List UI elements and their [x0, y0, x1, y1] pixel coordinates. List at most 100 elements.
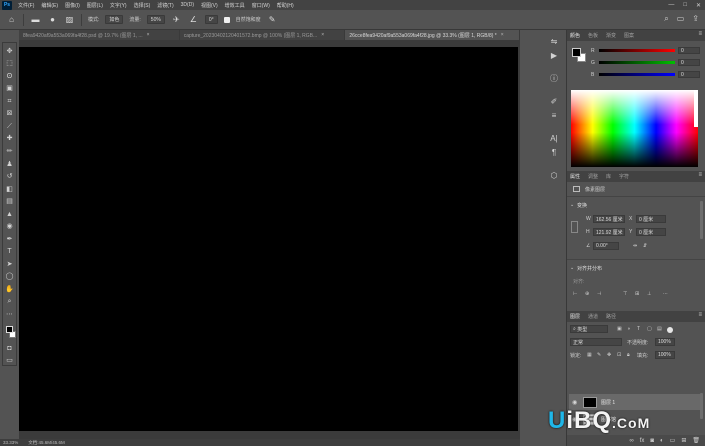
home-icon[interactable]: ⌂ [6, 14, 17, 25]
lock-position-icon[interactable]: ✥ [607, 352, 611, 358]
tab-patterns[interactable]: 图案 [624, 32, 634, 39]
tab-color[interactable]: 颜色 [570, 32, 580, 39]
menu-view[interactable]: 视图(V) [201, 2, 218, 9]
lock-artboard-icon[interactable]: ⊡ [617, 352, 621, 358]
align-center-icon[interactable]: ⊕ [585, 291, 589, 297]
menu-help[interactable]: 帮助(H) [277, 2, 294, 9]
tab-properties[interactable]: 属性 [570, 173, 580, 180]
angle-field[interactable]: 0° [204, 15, 218, 24]
share-icon[interactable]: ⇪ [692, 14, 699, 24]
3d-icon[interactable]: ⬡ [549, 172, 560, 180]
lock-all-icon[interactable]: 🔒︎ [627, 352, 630, 358]
opacity-field[interactable]: 100% [655, 338, 675, 346]
filter-shape-icon[interactable]: ▢ [647, 326, 652, 332]
frame-tool-icon[interactable]: ⊠ [5, 110, 14, 119]
angle-field[interactable]: 0.00° [593, 242, 619, 250]
green-value[interactable]: 0 [678, 59, 700, 66]
flip-vertical-icon[interactable]: ⇵ [643, 243, 647, 249]
filter-adjust-icon[interactable]: ◑ [627, 326, 630, 332]
chevron-down-icon[interactable]: ⌄ [570, 202, 574, 208]
adjustment-layer-icon[interactable]: ◐ [660, 438, 664, 444]
eraser-tool-icon[interactable]: ◧ [5, 185, 14, 194]
close-icon[interactable]: ✕ [696, 2, 701, 9]
filter-smart-icon[interactable]: ▤ [657, 326, 662, 332]
healing-brush-tool-icon[interactable]: ✚ [5, 135, 14, 144]
lasso-tool-icon[interactable]: ʘ [5, 72, 14, 81]
red-slider[interactable]: R 0 [591, 47, 701, 54]
workspace-icon[interactable]: ▭ [677, 14, 685, 24]
maximize-icon[interactable]: □ [683, 2, 687, 8]
panel-menu-icon[interactable]: ≡ [698, 31, 702, 37]
path-select-tool-icon[interactable]: ➤ [5, 260, 14, 269]
align-middle-icon[interactable]: ⊞ [635, 291, 639, 297]
add-mask-icon[interactable]: ◙ [650, 438, 654, 444]
tab-layers[interactable]: 图层 [570, 313, 580, 320]
tab-document-1[interactable]: 8fea9420af9a553a069fa4f28.psd @ 19.7% (图… [19, 30, 179, 40]
blue-slider[interactable]: B 0 [591, 71, 701, 78]
menu-image[interactable]: 图像(I) [65, 2, 80, 9]
green-slider[interactable]: G 0 [591, 59, 701, 66]
vibrance-checkbox[interactable] [223, 16, 230, 23]
history-icon[interactable]: ⇋ [549, 38, 560, 46]
document-canvas[interactable] [19, 47, 518, 431]
x-field[interactable]: 0 厘米 [636, 215, 666, 223]
fill-field[interactable]: 100% [655, 351, 675, 359]
marquee-tool-icon[interactable]: ⬚ [5, 60, 14, 69]
history-brush-tool-icon[interactable]: ↺ [5, 172, 14, 181]
more-options-icon[interactable]: ⋯ [663, 291, 668, 297]
menu-filter[interactable]: 滤镜(T) [157, 2, 173, 9]
paragraph-icon[interactable]: ¶ [549, 149, 560, 157]
new-group-icon[interactable]: ▭ [670, 437, 676, 444]
pen-tool-icon[interactable]: ✒ [5, 235, 14, 244]
gradient-tool-icon[interactable]: ▤ [5, 197, 14, 206]
link-icon[interactable] [571, 221, 578, 233]
flip-horizontal-icon[interactable]: ⇹ [633, 243, 637, 249]
menu-edit[interactable]: 编辑(E) [41, 2, 58, 9]
tab-channels[interactable]: 通道 [588, 313, 598, 320]
filter-pixel-icon[interactable]: ▣ [617, 326, 622, 332]
brush-settings-icon[interactable]: ✐ [549, 98, 560, 106]
close-icon[interactable]: × [321, 32, 324, 38]
color-swatches[interactable] [3, 323, 16, 340]
blur-tool-icon[interactable]: ▲ [5, 210, 14, 219]
lock-transparent-icon[interactable]: ▦ [587, 352, 592, 358]
lock-image-icon[interactable]: ✎ [597, 352, 601, 358]
layer-style-icon[interactable]: fx [640, 438, 645, 444]
y-field[interactable]: 0 厘米 [636, 228, 666, 236]
zoom-tool-icon[interactable]: ⌕ [5, 298, 14, 307]
tab-document-2[interactable]: capture_20230402120401572.bmp @ 100% (图层… [179, 30, 345, 40]
blend-mode-select[interactable]: 正常 [570, 338, 622, 346]
menu-type[interactable]: 文字(Y) [110, 2, 127, 9]
align-left-icon[interactable]: ⊢ [573, 291, 577, 297]
move-tool-icon[interactable]: ✥ [5, 47, 14, 56]
filter-toggle[interactable] [667, 327, 673, 333]
info-icon[interactable]: ⓘ [549, 75, 560, 83]
tab-adjustments[interactable]: 调整 [588, 173, 598, 180]
ellipse-tool-icon[interactable]: ◯ [5, 273, 14, 282]
layers-scrollbar[interactable] [700, 393, 703, 419]
eyedropper-tool-icon[interactable]: ⟋ [5, 122, 14, 131]
menu-3d[interactable]: 3D(D) [181, 2, 194, 8]
red-bar[interactable] [599, 49, 675, 52]
close-icon[interactable]: × [147, 32, 150, 38]
link-layers-icon[interactable]: ∞ [629, 438, 633, 444]
brush-tool-icon[interactable]: ✏ [5, 147, 14, 156]
search-icon[interactable]: ⌕ [664, 14, 668, 24]
properties-scrollbar[interactable] [700, 201, 703, 239]
new-layer-icon[interactable]: ⊞ [681, 437, 686, 444]
object-select-tool-icon[interactable]: ▣ [5, 85, 14, 94]
character-icon[interactable]: A| [549, 135, 560, 143]
align-right-icon[interactable]: ⊣ [597, 291, 601, 297]
chevron-down-icon[interactable]: ⌄ [570, 265, 574, 271]
delete-layer-icon[interactable]: 🗑︎ [692, 437, 700, 444]
adjustments-icon[interactable]: ≡ [549, 112, 560, 120]
flow-field[interactable]: 50% [146, 15, 165, 24]
minimize-icon[interactable]: — [668, 2, 674, 8]
clone-stamp-tool-icon[interactable]: ♟ [5, 160, 14, 169]
close-icon[interactable]: × [501, 32, 504, 38]
menu-layer[interactable]: 图层(L) [87, 2, 103, 9]
align-top-icon[interactable]: ⊤ [623, 291, 627, 297]
tab-paths[interactable]: 路径 [606, 313, 616, 320]
tab-character[interactable]: 字符 [619, 173, 629, 180]
brush-preset-icon[interactable]: ● [47, 14, 58, 25]
